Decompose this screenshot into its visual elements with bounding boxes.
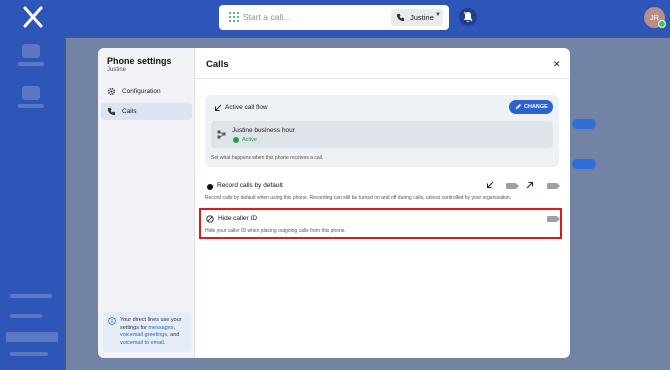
status-badge: Active <box>242 137 257 143</box>
dialpad-icon[interactable] <box>228 11 240 23</box>
incoming-call-icon <box>487 181 494 188</box>
info-text-part: , <box>173 324 176 331</box>
sidebar-item-label: Configuration <box>122 88 161 95</box>
voicemail-to-email-link[interactable]: voicemail to email <box>120 340 164 346</box>
call-input-placeholder[interactable]: Start a call... <box>243 12 290 22</box>
gear-icon <box>107 87 116 96</box>
incoming-call-icon <box>215 104 222 111</box>
messages-link[interactable]: messages <box>148 325 173 331</box>
record-icon <box>207 184 213 190</box>
hide-caller-id-toggle[interactable] <box>547 216 560 222</box>
change-button[interactable]: CHANGE <box>509 100 553 114</box>
call-flow-help: Set what happens when this phone receive… <box>211 155 324 161</box>
record-inbound-toggle[interactable] <box>506 183 519 189</box>
settings-sidebar: Phone settings Justine Configuration Cal… <box>98 48 195 358</box>
outgoing-call-icon <box>526 182 533 189</box>
nav-item-1[interactable] <box>22 44 40 58</box>
sidebar-item-calls[interactable]: Calls <box>101 103 192 120</box>
line-selector[interactable]: Justine ▼ <box>391 9 443 26</box>
record-calls-label: Record calls by default <box>217 182 283 189</box>
call-input-box[interactable]: Start a call... Justine ▼ <box>219 5 449 30</box>
nav-bottom-item-2[interactable] <box>10 314 42 318</box>
phone-settings-modal: Phone settings Justine Configuration Cal… <box>98 48 570 358</box>
info-text-part: . <box>163 339 166 346</box>
bell-off-icon <box>463 11 473 22</box>
header-divider <box>195 78 570 79</box>
info-text-part: , and <box>167 332 180 338</box>
voicemail-greetings-link[interactable]: voicemail greetings <box>120 332 167 338</box>
close-icon[interactable]: ✕ <box>553 59 561 70</box>
phone-icon <box>107 107 116 116</box>
call-flow-title: Active call flow <box>225 104 268 111</box>
nav-bottom-item-1[interactable] <box>10 294 52 298</box>
flow-icon <box>217 130 226 139</box>
nav-bottom-item-3[interactable] <box>6 332 58 342</box>
nav-bottom-item-4[interactable] <box>10 352 48 356</box>
call-flow-item[interactable]: Justine business hour Active <box>211 121 553 148</box>
sidebar-title: Phone settings <box>107 56 172 66</box>
sidebar-subtitle: Justine <box>107 67 127 73</box>
page-title: Calls <box>206 59 229 70</box>
pencil-icon <box>516 104 521 109</box>
change-button-label: CHANGE <box>524 104 548 110</box>
do-not-disturb-button[interactable] <box>459 8 477 26</box>
record-calls-help: Record calls by default when using this … <box>205 195 512 201</box>
top-bar: Start a call... Justine ▼ JR <box>0 0 670 36</box>
online-status-dot <box>658 20 666 28</box>
background-toggle <box>572 159 596 169</box>
nav-item-1-label <box>18 62 44 66</box>
record-outbound-toggle[interactable] <box>547 183 560 189</box>
hide-caller-id-highlight <box>199 208 562 239</box>
check-circle-icon <box>233 137 239 143</box>
chevron-down-icon: ▼ <box>435 12 441 18</box>
block-icon <box>206 215 214 223</box>
info-text: Your direct lines use your settings for … <box>120 317 188 347</box>
direct-lines-info: Your direct lines use your settings for … <box>103 312 191 352</box>
phone-icon <box>396 13 405 22</box>
app-logo[interactable] <box>22 6 44 28</box>
hide-caller-id-label: Hide caller ID <box>218 215 258 222</box>
line-selector-label: Justine <box>410 13 434 22</box>
nav-item-2[interactable] <box>22 86 40 100</box>
sidebar-item-configuration[interactable]: Configuration <box>101 83 192 100</box>
call-flow-name: Justine business hour <box>232 127 295 134</box>
background-toggle <box>572 119 596 129</box>
sidebar-item-label: Calls <box>122 108 137 115</box>
call-flow-card: Active call flow CHANGE Justine business… <box>205 95 559 167</box>
info-icon <box>108 317 116 325</box>
nav-item-2-label <box>18 104 44 108</box>
left-nav <box>0 36 64 370</box>
hide-caller-id-help: Hide your caller ID when placing outgoin… <box>205 228 346 234</box>
